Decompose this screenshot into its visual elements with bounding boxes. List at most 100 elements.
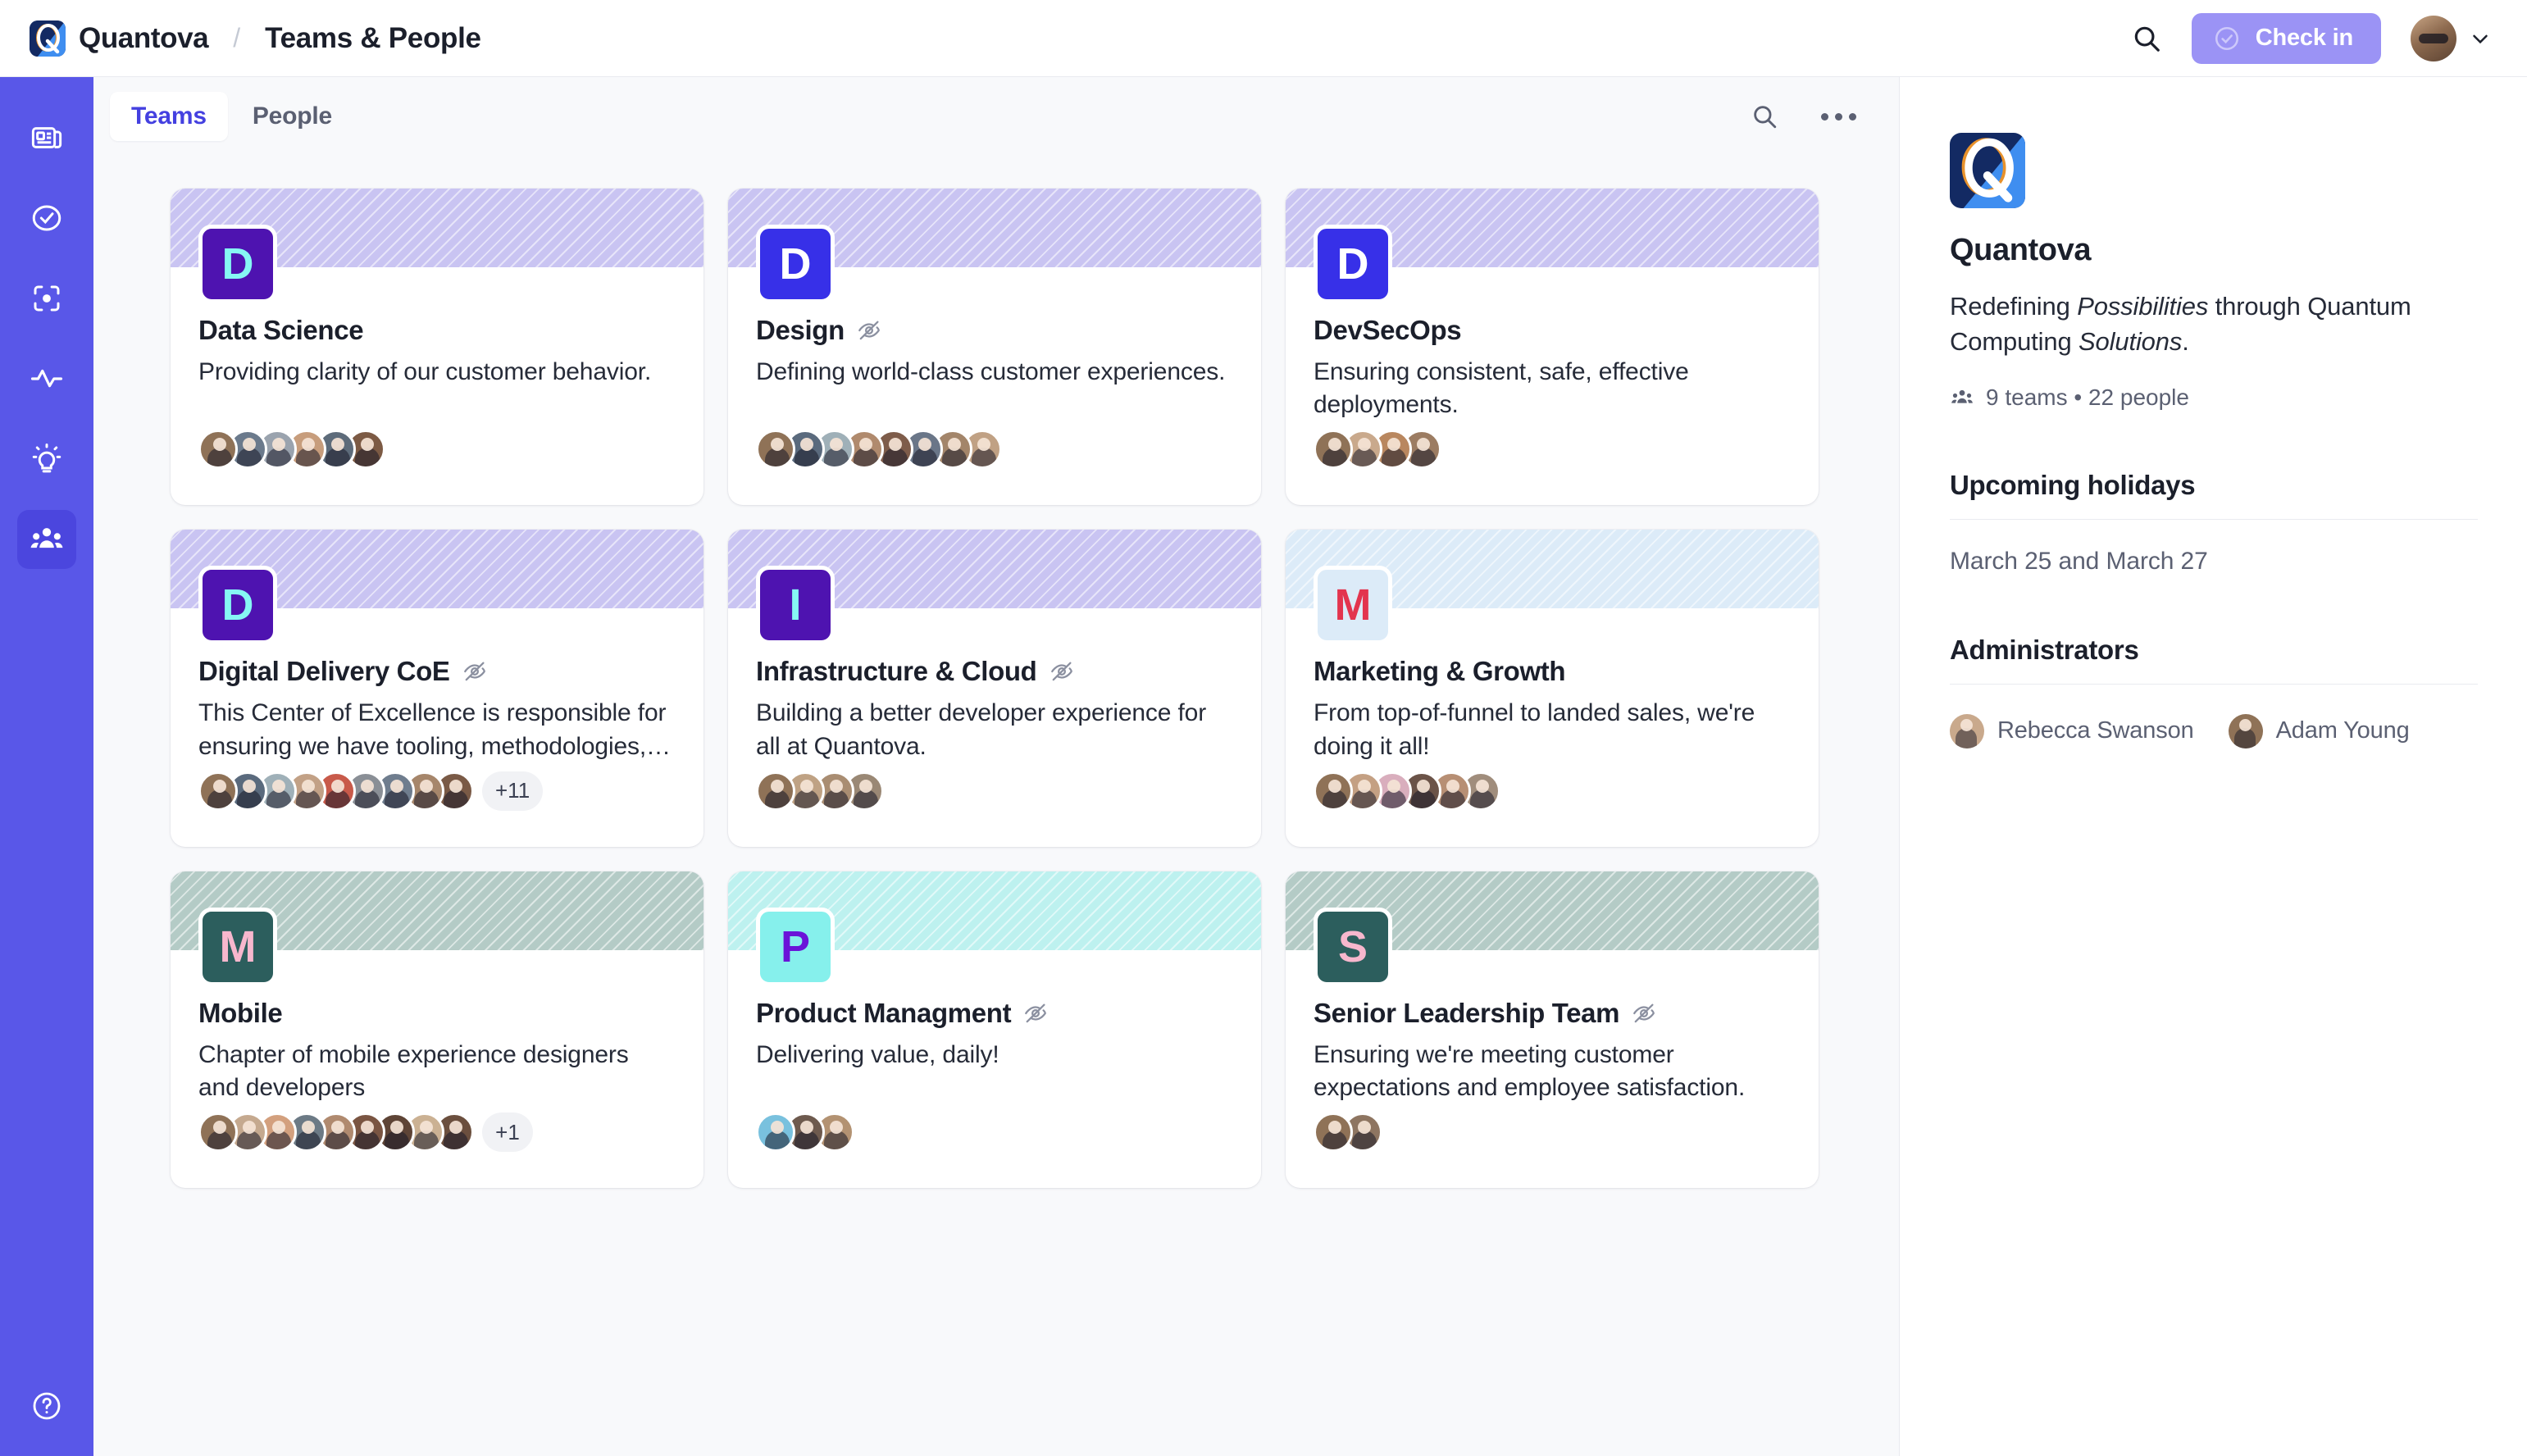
org-stats-label: 9 teams • 22 people (1986, 384, 2189, 410)
team-members (728, 763, 1261, 847)
eye-off-icon (1050, 662, 1072, 681)
team-card[interactable]: D Data Science Providing clarity of our … (171, 189, 703, 506)
eye-off-icon (1633, 1003, 1655, 1023)
sidebar-item-goals[interactable] (17, 269, 76, 328)
org-stats: 9 teams • 22 people (1950, 384, 2478, 411)
team-description: Providing clarity of our customer behavi… (198, 358, 652, 385)
eye-off-icon (463, 662, 485, 681)
team-initial-tile: D (198, 566, 277, 645)
team-card-title-row: Senior Leadership Team (1314, 998, 1791, 1029)
tagline-emphasis: Possibilities (2077, 292, 2209, 321)
member-overflow-badge[interactable]: +11 (482, 771, 544, 811)
tab-bar: Teams People (110, 92, 353, 141)
administrator-item[interactable]: Adam Young (2228, 713, 2410, 748)
team-description: From top-of-funnel to landed sales, we'r… (1314, 699, 1755, 760)
team-description: Ensuring we're meeting customer expectat… (1314, 1040, 1746, 1101)
check-in-button[interactable]: Check in (2191, 12, 2381, 64)
sidebar-item-help[interactable] (30, 1390, 63, 1426)
team-description: Building a better developer experience f… (756, 699, 1207, 760)
check-circle-icon (2215, 26, 2238, 50)
team-name: Design (756, 315, 845, 345)
main-content: Teams People D Data Science Providing cl… (93, 77, 1900, 1456)
team-card[interactable]: I Infrastructure & Cloud Building a bett… (728, 530, 1261, 847)
people-group-icon (30, 528, 63, 548)
member-avatar[interactable] (1314, 771, 1353, 811)
sidebar-item-teams-people[interactable] (17, 510, 76, 569)
team-description: Chapter of mobile experience designers a… (198, 1040, 629, 1101)
team-name: Marketing & Growth (1314, 656, 1566, 687)
people-group-icon (1951, 389, 1973, 403)
top-bar-actions: Check in (2131, 12, 2493, 64)
member-avatar[interactable] (756, 1112, 795, 1153)
search-icon[interactable] (1751, 102, 1778, 130)
breadcrumb: Quantova / Teams & People (30, 20, 481, 57)
team-card[interactable]: D Digital Delivery CoE This Center of Ex… (171, 530, 703, 847)
search-icon[interactable] (2131, 23, 2162, 54)
brand-name[interactable]: Quantova (79, 22, 209, 55)
member-avatar[interactable] (198, 1112, 238, 1153)
avatar[interactable] (1950, 713, 1984, 748)
team-card[interactable]: D Design Defining world-class customer e… (728, 189, 1261, 506)
avatar[interactable] (2411, 15, 2456, 61)
toolbar-actions (1751, 102, 1856, 130)
member-avatar[interactable] (756, 771, 795, 811)
team-name: Product Managment (756, 997, 1012, 1028)
team-card-title-row: Data Science (198, 315, 676, 346)
tagline-text: Redefining (1950, 292, 2078, 321)
member-avatar[interactable] (1314, 1112, 1353, 1153)
team-members: +1 (171, 1104, 703, 1188)
member-overflow-badge[interactable]: +1 (482, 1112, 533, 1153)
team-card[interactable]: P Product Managment Delivering value, da… (728, 871, 1261, 1189)
sidebar-item-tasks[interactable] (17, 189, 76, 248)
administrator-name: Adam Young (2275, 717, 2410, 744)
team-card-banner: D (171, 189, 703, 303)
team-initial-tile: D (198, 225, 277, 303)
team-card-banner: D (728, 189, 1261, 303)
user-menu[interactable] (2411, 15, 2493, 61)
avatar[interactable] (2228, 713, 2263, 748)
check-circle-icon (32, 205, 61, 231)
administrator-item[interactable]: Rebecca Swanson (1950, 713, 2194, 748)
sidebar-item-news[interactable] (17, 108, 76, 167)
member-avatar[interactable] (198, 771, 238, 811)
team-initial-tile: D (1314, 225, 1392, 303)
org-tagline: Redefining Possibilities through Quantum… (1950, 289, 2478, 360)
team-card-banner: M (1286, 530, 1819, 645)
team-card-title-row: Design (756, 315, 1233, 346)
left-sidebar (0, 77, 93, 1456)
team-name: Infrastructure & Cloud (756, 656, 1037, 687)
member-avatar[interactable] (198, 430, 238, 470)
tab-teams[interactable]: Teams (110, 92, 228, 141)
team-card[interactable]: S Senior Leadership Team Ensuring we're … (1286, 871, 1819, 1189)
team-card-title-row: Infrastructure & Cloud (756, 656, 1233, 687)
administrator-name: Rebecca Swanson (1997, 717, 2194, 744)
team-card-banner: P (728, 871, 1261, 986)
team-name: DevSecOps (1314, 315, 1462, 345)
team-description: This Center of Excellence is responsible… (198, 699, 671, 760)
more-options-icon[interactable] (1821, 112, 1856, 121)
team-initial-tile: P (756, 907, 835, 986)
quantova-logo-icon[interactable] (30, 20, 66, 57)
page-title: Teams & People (265, 21, 481, 54)
team-members (171, 421, 703, 505)
team-card[interactable]: M Mobile Chapter of mobile experience de… (171, 871, 703, 1189)
member-avatar[interactable] (756, 430, 795, 470)
team-card[interactable]: D DevSecOps Ensuring consistent, safe, e… (1286, 189, 1819, 506)
team-card[interactable]: M Marketing & Growth From top-of-funnel … (1286, 530, 1819, 847)
team-initial-tile: S (1314, 907, 1392, 986)
tab-people[interactable]: People (231, 92, 353, 141)
breadcrumb-separator: / (233, 23, 241, 52)
tagline-emphasis: Solutions (2079, 326, 2183, 356)
team-description: Ensuring consistent, safe, effective dep… (1314, 358, 1689, 419)
team-name: Senior Leadership Team (1314, 997, 1620, 1028)
sidebar-item-activity[interactable] (17, 349, 76, 408)
team-card-banner: M (171, 871, 703, 986)
eye-off-icon (1025, 1003, 1047, 1023)
team-card-title-row: DevSecOps (1314, 315, 1791, 346)
team-members: +11 (171, 763, 703, 847)
team-card-banner: S (1286, 871, 1819, 986)
top-bar: Quantova / Teams & People Check in (0, 0, 2527, 77)
member-avatar[interactable] (1314, 430, 1353, 470)
sidebar-item-ideas[interactable] (17, 430, 76, 489)
team-members (728, 421, 1261, 505)
